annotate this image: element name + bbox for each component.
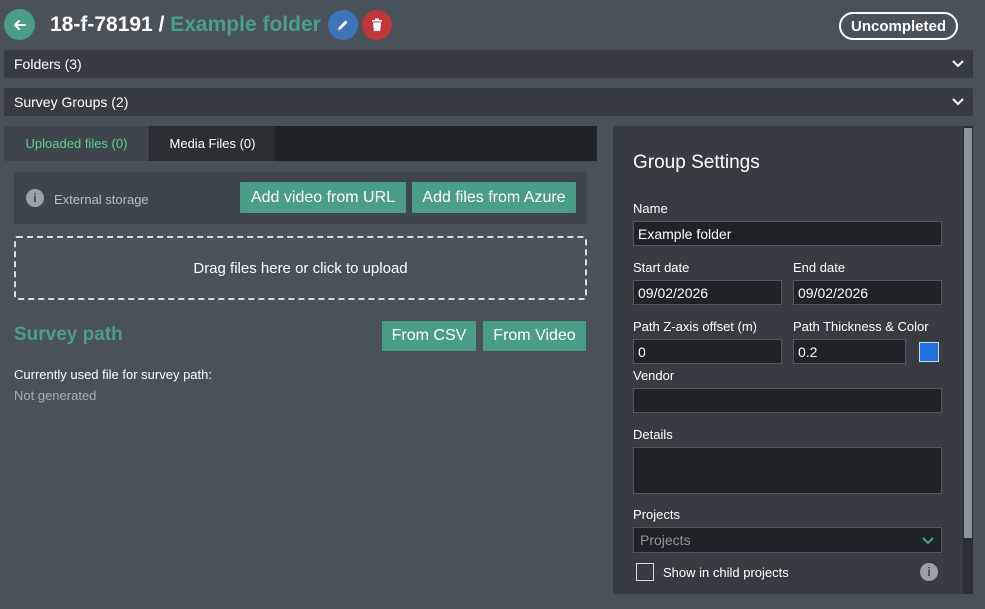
survey-groups-accordion-label: Survey Groups (2) [14, 94, 129, 110]
vendor-label: Vendor [633, 368, 675, 383]
survey-path-file-label: Currently used file for survey path: [14, 367, 212, 382]
chevron-down-icon [922, 537, 934, 545]
dropzone-text: Drag files here or click to upload [193, 259, 408, 277]
thickness-input[interactable] [793, 339, 906, 364]
z-offset-input[interactable] [633, 339, 782, 364]
edit-button[interactable] [328, 10, 358, 40]
scrollbar-thumb[interactable] [964, 128, 972, 538]
z-offset-label: Path Z-axis offset (m) [633, 319, 758, 334]
upload-dropzone[interactable]: Drag files here or click to upload [14, 236, 587, 300]
survey-path-file-value: Not generated [14, 388, 97, 403]
start-date-input[interactable] [633, 280, 782, 305]
file-tabs: Uploaded files (0) Media Files (0) [4, 126, 597, 161]
status-badge[interactable]: Uncompleted [839, 12, 958, 40]
start-date-label: Start date [633, 260, 690, 275]
delete-button[interactable] [362, 10, 392, 40]
from-video-button[interactable]: From Video [483, 321, 586, 351]
from-csv-button[interactable]: From CSV [382, 321, 476, 351]
trash-icon [372, 18, 382, 31]
survey-groups-accordion[interactable]: Survey Groups (2) [4, 88, 973, 116]
page-title: 18-f-78191 / Example folder [50, 13, 321, 37]
pencil-icon [338, 20, 348, 30]
name-input[interactable] [633, 221, 942, 246]
end-date-label: End date [793, 260, 846, 275]
arrow-left-icon [13, 19, 26, 30]
chevron-down-icon [952, 98, 964, 106]
vendor-input[interactable] [633, 388, 942, 413]
group-settings-title: Group Settings [633, 152, 760, 173]
add-video-url-button[interactable]: Add video from URL [240, 182, 406, 213]
projects-label: Projects [633, 507, 680, 522]
projects-select[interactable]: Projects [633, 527, 942, 553]
end-date-input[interactable] [793, 280, 942, 305]
show-child-projects-checkbox[interactable] [636, 563, 654, 581]
folders-accordion-label: Folders (3) [14, 56, 82, 72]
group-id: 18-f-78191 [50, 13, 153, 36]
tab-uploaded-files[interactable]: Uploaded files (0) [4, 126, 149, 161]
external-storage-label: External storage [54, 192, 149, 207]
name-label: Name [633, 201, 668, 216]
details-label: Details [633, 427, 673, 442]
thickness-label: Path Thickness & Color [793, 319, 929, 334]
folder-name: Example folder [170, 13, 321, 36]
path-color-swatch[interactable] [919, 342, 939, 362]
external-storage-panel: i External storage Add video from URL Ad… [14, 172, 587, 224]
add-files-azure-button[interactable]: Add files from Azure [412, 182, 576, 213]
projects-placeholder: Projects [640, 532, 691, 548]
chevron-down-icon [952, 60, 964, 68]
details-textarea[interactable] [633, 447, 942, 494]
group-settings-panel: Group Settings Name Start date End date … [613, 126, 963, 594]
survey-path-title: Survey path [14, 324, 123, 345]
title-separator: / [152, 13, 171, 36]
header: 18-f-78191 / Example folder Uncompleted [0, 0, 985, 50]
settings-scrollbar[interactable] [963, 126, 973, 594]
show-child-projects-label: Show in child projects [663, 565, 789, 580]
tab-media-files[interactable]: Media Files (0) [150, 126, 275, 161]
folders-accordion[interactable]: Folders (3) [4, 50, 973, 78]
info-icon: i [26, 189, 44, 207]
info-icon[interactable]: i [920, 563, 938, 581]
back-button[interactable] [4, 9, 35, 40]
